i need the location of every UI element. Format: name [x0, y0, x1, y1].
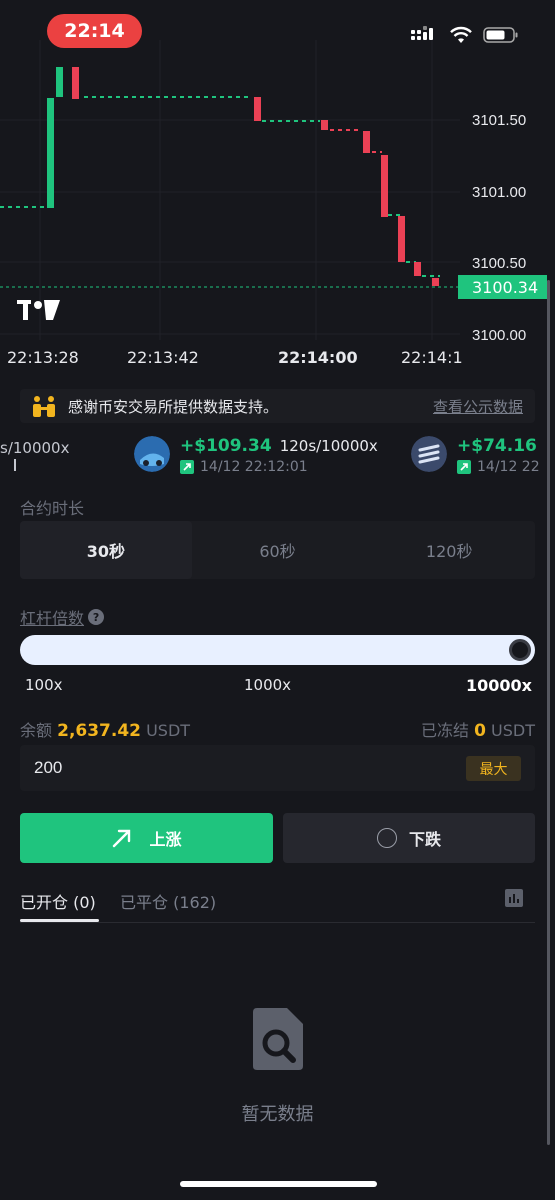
user-avatar [411, 436, 447, 472]
ticker-item[interactable]: +$74.16 14/12 22 [411, 436, 545, 475]
price-tick-labels: 3101.50 3101.00 3100.50 3100.00 [472, 112, 526, 344]
leverage-mark-min: 100x [25, 676, 63, 694]
tradingview-logo [17, 300, 60, 320]
candle-down [363, 131, 370, 153]
empty-state-text: 暂无数据 [241, 1104, 314, 1125]
duration-option-60s[interactable]: 60秒 [192, 521, 364, 579]
time-tick: 22:13:28 [7, 348, 79, 367]
candle-down [398, 216, 405, 262]
ticker-profit: +$74.16 [457, 436, 537, 456]
stats-chart-icon[interactable] [505, 889, 523, 907]
tab-closed-positions[interactable]: 已平仓 (162) [120, 889, 216, 913]
frozen-label: 已冻结 [420, 721, 469, 740]
price-tick: 3101.00 [472, 184, 526, 201]
price-tick: 3100.00 [472, 327, 526, 340]
duration-option-30s[interactable]: 30秒 [20, 521, 192, 579]
arrow-up-right-icon [180, 460, 194, 474]
amount-input[interactable] [20, 745, 535, 791]
help-icon[interactable]: ? [88, 609, 105, 625]
price-line-dashes [0, 96, 440, 277]
home-indicator[interactable] [180, 1181, 377, 1187]
balance-row: 余额 2,637.42 USDT 已冻结 0 USDT [20, 717, 535, 741]
circle-icon [376, 828, 397, 848]
active-tab-indicator [20, 919, 99, 922]
candle-up [56, 67, 63, 97]
current-price-tag: 3100.34 [458, 275, 547, 299]
chart-grid [0, 40, 460, 340]
candle-down [321, 120, 328, 130]
tab-open-positions[interactable]: 已开仓 (0) [20, 889, 96, 913]
ticker-fragment-bar [14, 459, 16, 471]
duration-option-120s[interactable]: 120秒 [363, 521, 535, 579]
trade-ticker: s/10000x +$109.34 120s/10000x 14/12 22:1… [0, 436, 555, 480]
partner-icon [33, 396, 55, 417]
position-tabs: 已开仓 (0) 已平仓 (162) [20, 885, 535, 923]
balance-label: 余额 [20, 721, 53, 740]
candle-down [432, 278, 439, 286]
frozen-value: 0 [474, 721, 486, 741]
buy-up-button[interactable]: 上涨 [20, 813, 273, 863]
arrow-up-right-icon [457, 460, 471, 474]
balance-unit: USDT [146, 721, 191, 740]
buy-down-button[interactable]: 下跌 [283, 813, 535, 863]
notice-text: 感谢币安交易所提供数据支持。 [68, 397, 279, 416]
time-axis: 22:13:28 22:13:42 22:14:00 22:14:1 [0, 346, 555, 370]
candles [47, 67, 439, 286]
max-button[interactable]: 最大 [466, 756, 521, 781]
data-source-notice: 感谢币安交易所提供数据支持。 查看公示数据 [20, 389, 535, 423]
ticker-profit: +$109.34 [180, 436, 272, 456]
leverage-label-text: 杠杆倍数 [20, 609, 85, 628]
candle-down [381, 155, 388, 217]
frozen-unit: USDT [491, 721, 535, 740]
slider-knob[interactable] [509, 639, 531, 661]
balance-value: 2,637.42 [57, 721, 141, 741]
candle-down [414, 262, 421, 276]
candle-down [254, 97, 261, 121]
price-tick: 3100.50 [472, 255, 526, 272]
duration-selector: 30秒 60秒 120秒 [20, 521, 535, 579]
view-public-data-link[interactable]: 查看公示数据 [433, 396, 523, 417]
empty-search-icon [253, 1008, 303, 1070]
buy-up-label: 上涨 [149, 830, 182, 849]
buy-down-label: 下跌 [408, 830, 441, 849]
leverage-label: 杠杆倍数 ? [20, 605, 105, 629]
leverage-mark-max: 10000x [466, 676, 532, 695]
arrow-up-right-icon [113, 829, 131, 848]
leverage-slider[interactable] [20, 635, 535, 665]
time-tick: 22:14:00 [278, 348, 358, 367]
ticker-meta: 120s/10000x [279, 437, 378, 455]
frozen-balance: 已冻结 0 USDT [421, 717, 535, 741]
candle-up [47, 98, 54, 208]
duration-label: 合约时长 [20, 499, 85, 518]
ticker-fragment: s/10000x [0, 439, 70, 457]
ticker-date: 14/12 22:12:01 [200, 459, 308, 475]
leverage-mark-mid: 1000x [244, 676, 292, 694]
user-avatar [134, 436, 170, 472]
time-tick: 22:13:42 [127, 348, 199, 367]
ticker-date: 14/12 22 [477, 459, 540, 475]
price-tick: 3101.50 [472, 112, 526, 129]
scrollbar[interactable] [547, 280, 550, 1145]
candle-down [72, 67, 79, 99]
time-tick: 22:14:1 [401, 348, 463, 367]
ticker-item[interactable]: +$109.34 120s/10000x 14/12 22:12:01 [134, 436, 378, 475]
